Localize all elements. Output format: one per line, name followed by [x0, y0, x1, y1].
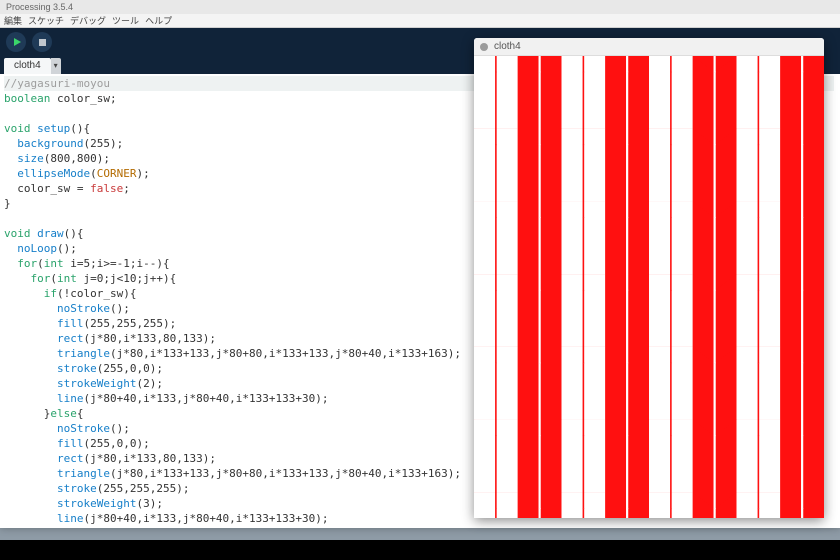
desktop: Processing 3.5.4 編集 スケッチ デバッグ ツール ヘルプ cl… — [0, 0, 840, 540]
tab-cloth4[interactable]: cloth4 — [4, 58, 51, 74]
window-title: Processing 3.5.4 — [6, 2, 73, 12]
tab-label: cloth4 — [14, 58, 41, 74]
menu-tools[interactable]: ツール — [112, 14, 139, 27]
sketch-output-window: cloth4 — [474, 38, 824, 518]
menu-help[interactable]: ヘルプ — [145, 14, 172, 27]
menu-edit[interactable]: 編集 — [4, 14, 22, 27]
code-line: } — [4, 526, 836, 528]
sketch-canvas — [474, 56, 824, 518]
sketch-window-close-icon[interactable] — [480, 43, 488, 51]
tab-dropdown-icon[interactable]: ▾ — [51, 58, 61, 74]
menu-bar: 編集 スケッチ デバッグ ツール ヘルプ — [0, 14, 840, 28]
stop-button[interactable] — [32, 32, 52, 52]
run-button[interactable] — [6, 32, 26, 52]
window-titlebar: Processing 3.5.4 — [0, 0, 840, 14]
menu-debug[interactable]: デバッグ — [70, 14, 106, 27]
sketch-window-title: cloth4 — [494, 41, 521, 52]
menu-sketch[interactable]: スケッチ — [28, 14, 64, 27]
sketch-window-titlebar[interactable]: cloth4 — [474, 38, 824, 56]
